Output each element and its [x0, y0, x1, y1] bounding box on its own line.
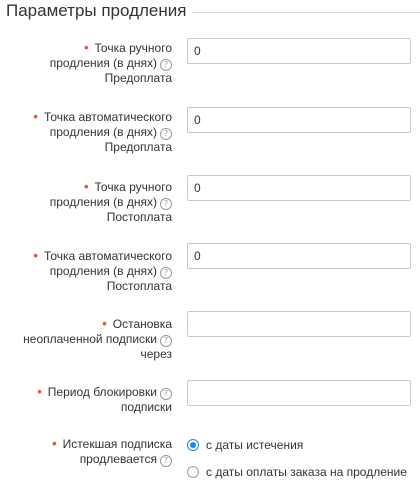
question-circle-icon[interactable]: ? — [160, 127, 172, 140]
question-circle-icon[interactable]: ? — [160, 197, 172, 210]
manual-postpaid-input[interactable] — [187, 175, 411, 201]
radio-button-checked[interactable] — [187, 439, 199, 451]
field-label: • Точка ручного продления (в днях)? Посто… — [49, 179, 172, 224]
radio-option-order-payment-date[interactable]: с даты оплаты заказа на продление — [187, 465, 407, 479]
block-period-input[interactable] — [187, 380, 411, 406]
required-marker: • — [52, 436, 57, 451]
question-circle-icon[interactable]: ? — [160, 334, 172, 347]
required-marker: • — [37, 384, 42, 399]
required-marker: • — [102, 316, 107, 331]
question-circle-icon[interactable]: ? — [160, 388, 172, 400]
required-marker: • — [33, 248, 38, 263]
field-label: • Истекшая подписка продлевается? — [52, 436, 172, 467]
required-marker: • — [33, 109, 38, 124]
question-circle-icon[interactable]: ? — [160, 454, 172, 467]
manual-prepaid-input[interactable] — [187, 38, 411, 64]
auto-prepaid-input[interactable] — [187, 107, 411, 133]
required-marker: • — [83, 179, 89, 194]
auto-postpaid-input[interactable] — [187, 243, 411, 269]
radio-option-expiry-date[interactable]: с даты истечения — [187, 438, 303, 452]
section-title: Параметры продления — [6, 1, 187, 20]
field-label: • Точка ручного продления (в днях)? Предо… — [49, 40, 172, 85]
section-divider — [192, 12, 420, 13]
radio-button[interactable] — [187, 466, 199, 478]
field-label: • Точка автоматического продления (в днях… — [33, 109, 172, 154]
required-marker: • — [83, 40, 89, 55]
section-legend: Параметры продления — [6, 1, 420, 21]
field-label: • Точка автоматического продления (в днях… — [33, 248, 172, 293]
stop-unpaid-input[interactable] — [187, 311, 411, 337]
question-circle-icon[interactable]: ? — [160, 58, 172, 71]
question-circle-icon[interactable]: ? — [160, 266, 172, 279]
field-label: • Период блокировки? подписки — [37, 384, 172, 414]
field-label: • Остановка неоплаченной подписки? через — [23, 316, 172, 361]
